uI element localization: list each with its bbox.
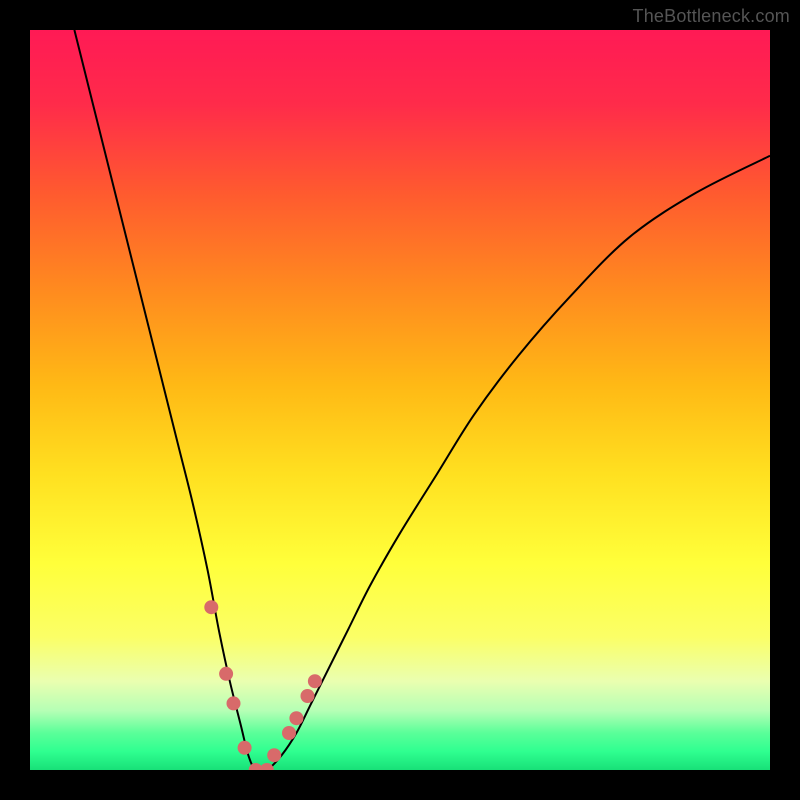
marker-point bbox=[204, 600, 218, 614]
marker-point bbox=[267, 748, 281, 762]
plot-area bbox=[30, 30, 770, 770]
marker-point bbox=[301, 689, 315, 703]
marker-point bbox=[219, 667, 233, 681]
marker-point bbox=[227, 696, 241, 710]
marker-point bbox=[289, 711, 303, 725]
marker-point bbox=[238, 741, 252, 755]
chart-container: TheBottleneck.com bbox=[0, 0, 800, 800]
chart-svg bbox=[30, 30, 770, 770]
gradient-background bbox=[30, 30, 770, 770]
watermark-text: TheBottleneck.com bbox=[633, 6, 790, 27]
marker-point bbox=[308, 674, 322, 688]
marker-point bbox=[282, 726, 296, 740]
